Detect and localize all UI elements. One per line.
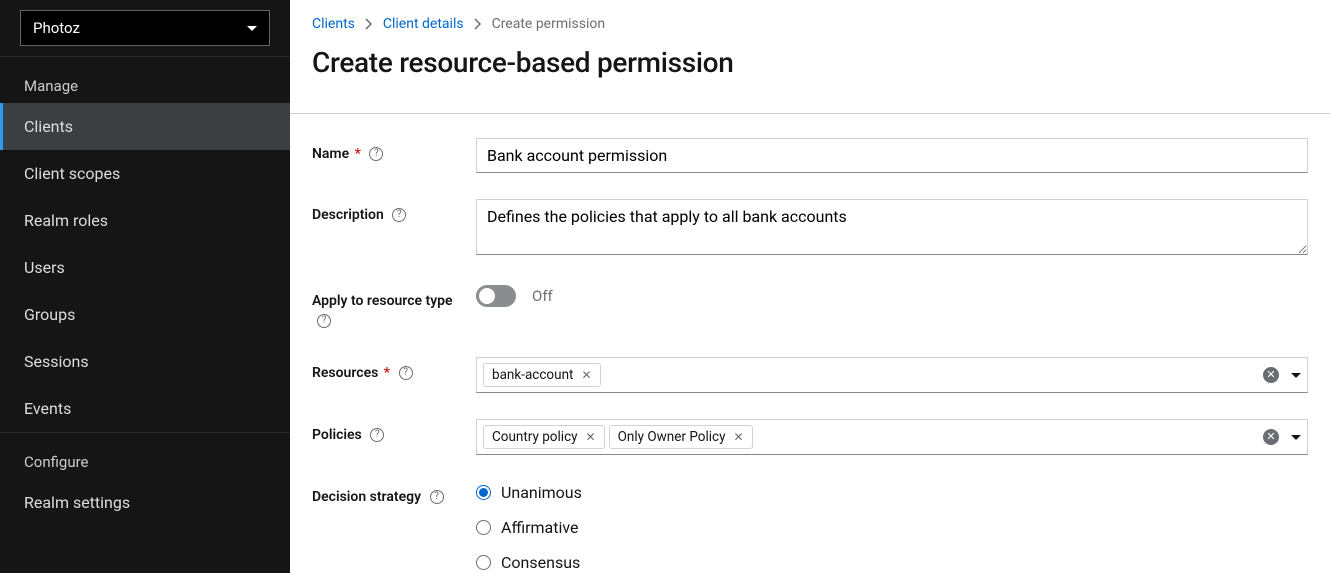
caret-down-icon xyxy=(247,26,257,31)
form-row-apply-resource-type: Apply to resource type ? Off xyxy=(312,285,1308,331)
label-decision-strategy: Decision strategy ? xyxy=(312,481,476,508)
select-controls: ✕ xyxy=(1263,367,1301,383)
apply-resource-type-toggle[interactable] xyxy=(476,285,516,307)
label-name-text: Name xyxy=(312,146,349,162)
page-title: Create resource-based permission xyxy=(312,46,1308,89)
sidebar-item-client-scopes[interactable]: Client scopes xyxy=(0,150,290,197)
label-apply-resource-type: Apply to resource type ? xyxy=(312,285,476,331)
sidebar-section: ConfigureRealm settings xyxy=(0,432,290,526)
sidebar-item-events[interactable]: Events xyxy=(0,385,290,432)
label-resources: Resources * ? xyxy=(312,357,476,384)
caret-down-icon[interactable] xyxy=(1291,373,1301,378)
chip: bank-account ✕ xyxy=(483,363,601,387)
policies-select[interactable]: Country policy ✕ Only Owner Policy ✕ ✕ xyxy=(476,419,1308,455)
label-decision-strategy-text: Decision strategy xyxy=(312,489,421,505)
clear-icon[interactable]: ✕ xyxy=(1263,429,1279,445)
chip-label: Only Owner Policy xyxy=(618,429,726,445)
sidebar-section: ManageClientsClient scopesRealm rolesUse… xyxy=(0,56,290,432)
radio-label: Consensus xyxy=(501,553,580,572)
label-description: Description ? xyxy=(312,199,476,226)
control-policies: Country policy ✕ Only Owner Policy ✕ ✕ xyxy=(476,419,1308,455)
control-resources: bank-account ✕ ✕ xyxy=(476,357,1308,393)
sidebar-item-groups[interactable]: Groups xyxy=(0,291,290,338)
close-icon[interactable]: ✕ xyxy=(586,431,596,443)
control-description xyxy=(476,199,1308,259)
control-apply-resource-type: Off xyxy=(476,285,1308,307)
resources-select[interactable]: bank-account ✕ ✕ xyxy=(476,357,1308,393)
help-icon[interactable]: ? xyxy=(430,490,444,504)
chip: Only Owner Policy ✕ xyxy=(609,425,753,449)
label-policies-text: Policies xyxy=(312,427,362,443)
main-content: Clients Client details Create permission… xyxy=(290,0,1330,573)
label-apply-resource-type-text: Apply to resource type xyxy=(312,293,453,309)
select-controls: ✕ xyxy=(1263,429,1301,445)
description-input[interactable] xyxy=(476,199,1308,255)
sidebar-item-realm-roles[interactable]: Realm roles xyxy=(0,197,290,244)
realm-selector-wrap: Photoz xyxy=(0,0,290,56)
help-icon[interactable]: ? xyxy=(399,366,413,380)
radio-unanimous[interactable]: Unanimous xyxy=(476,483,1308,502)
form-row-policies: Policies ? Country policy✕Only Owner Pol… xyxy=(312,419,1308,455)
caret-down-icon[interactable] xyxy=(1291,435,1301,440)
breadcrumb-client-details[interactable]: Client details xyxy=(383,16,464,32)
switch-wrap: Off xyxy=(476,285,1308,307)
radio-icon xyxy=(476,485,491,500)
chip-label: bank-account xyxy=(492,367,573,383)
switch-state-label: Off xyxy=(532,287,553,305)
label-resources-text: Resources xyxy=(312,365,378,381)
chip: Country policy ✕ xyxy=(483,425,605,449)
form-row-description: Description ? xyxy=(312,199,1308,259)
breadcrumb-clients[interactable]: Clients xyxy=(312,16,355,32)
name-input[interactable] xyxy=(476,138,1308,173)
clear-icon[interactable]: ✕ xyxy=(1263,367,1279,383)
sidebar-item-users[interactable]: Users xyxy=(0,244,290,291)
sidebar: Photoz ManageClientsClient scopesRealm r… xyxy=(0,0,290,573)
control-name xyxy=(476,138,1308,173)
realm-selector[interactable]: Photoz xyxy=(20,10,270,46)
realm-selector-label: Photoz xyxy=(33,19,80,37)
help-icon[interactable]: ? xyxy=(392,208,406,222)
label-description-text: Description xyxy=(312,207,384,223)
divider xyxy=(290,113,1330,114)
sidebar-item-clients[interactable]: Clients xyxy=(0,103,290,150)
breadcrumb: Clients Client details Create permission xyxy=(312,16,1308,32)
radio-label: Unanimous xyxy=(501,483,582,502)
required-marker: * xyxy=(355,146,361,162)
chip-label: Country policy xyxy=(492,429,578,445)
help-icon[interactable]: ? xyxy=(317,314,331,328)
form-row-name: Name * ? xyxy=(312,138,1308,173)
radio-affirmative[interactable]: Affirmative xyxy=(476,518,1308,537)
sidebar-section-title: Manage xyxy=(0,63,290,103)
form-row-resources: Resources * ? bank-account ✕ ✕ xyxy=(312,357,1308,393)
close-icon[interactable]: ✕ xyxy=(733,431,743,443)
chevron-right-icon xyxy=(365,18,373,30)
label-name: Name * ? xyxy=(312,138,476,165)
breadcrumb-current: Create permission xyxy=(492,16,606,32)
close-icon[interactable]: ✕ xyxy=(581,369,591,381)
label-policies: Policies ? xyxy=(312,419,476,446)
form-row-decision-strategy: Decision strategy ? Unanimous Affirmative… xyxy=(312,481,1308,572)
sidebar-section-title: Configure xyxy=(0,439,290,479)
radio-consensus[interactable]: Consensus xyxy=(476,553,1308,572)
help-icon[interactable]: ? xyxy=(369,147,383,161)
radio-icon xyxy=(476,520,491,535)
sidebar-item-realm-settings[interactable]: Realm settings xyxy=(0,479,290,526)
decision-strategy-radio-group: Unanimous Affirmative Consensus xyxy=(476,481,1308,572)
chevron-right-icon xyxy=(474,18,482,30)
control-decision-strategy: Unanimous Affirmative Consensus xyxy=(476,481,1308,572)
sidebar-item-sessions[interactable]: Sessions xyxy=(0,338,290,385)
radio-label: Affirmative xyxy=(501,518,579,537)
radio-icon xyxy=(476,555,491,570)
required-marker: * xyxy=(384,365,390,381)
help-icon[interactable]: ? xyxy=(370,428,384,442)
